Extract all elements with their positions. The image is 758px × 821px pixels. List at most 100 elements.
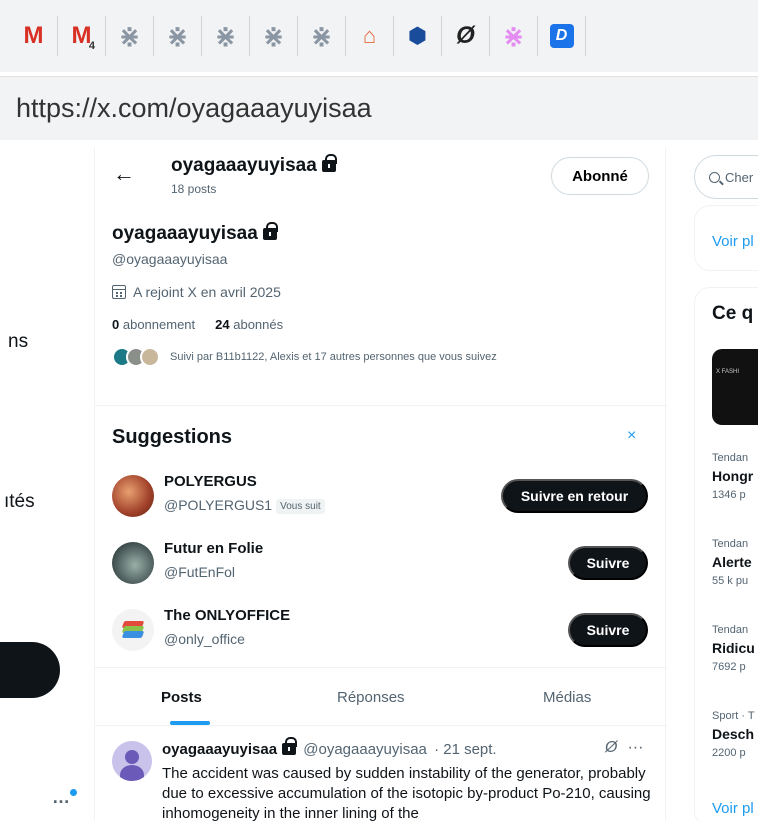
shield-icon[interactable]: ⬢ [394,16,442,56]
profile-name: oyagaaayuyisaa [112,222,278,245]
suggestion-item[interactable]: POLYERGUS @POLYERGUS1 Vous suit Suivre en… [112,473,652,523]
asterisk-icon[interactable]: ⋇ [298,16,346,56]
post-button[interactable] [0,642,60,698]
join-date-text: A rejoint X en avril 2025 [133,284,281,300]
asterisk-glyph: ⋇ [214,20,237,51]
follow-stats: 0 abonnement 24 abonnés [112,317,283,332]
suggestion-handle: @FutEnFol [164,564,236,580]
avatar[interactable] [112,741,152,781]
nav-item-fragment[interactable]: ıtés [4,491,35,513]
null-glyph: Ø [456,22,475,49]
onlyoffice-logo-icon [121,621,145,639]
gmail-4-icon[interactable]: M4 [58,16,106,56]
tweet[interactable]: oyagaaayuyisaa @oyagaaayuyisaa · 21 sept… [95,727,667,821]
trend-image[interactable]: X FASHI [712,349,758,425]
search-placeholder: Cher [725,169,754,185]
gmail-icon[interactable]: M [10,16,58,56]
join-date: A rejoint X en avril 2025 [112,284,281,300]
trend-label: Tendan [712,624,749,636]
divider [95,405,667,406]
profile-tabs: Posts Réponses Médias [95,669,667,725]
null-icon[interactable]: Ø [605,739,617,756]
followed-by-text: Suivi par B11b1122, Alexis et 17 autres … [170,351,497,363]
suggestion-name[interactable]: POLYERGUS [164,473,257,490]
trend-item[interactable]: Sport · T Desch 2200 p [712,710,755,759]
follow-back-button[interactable]: Suivre en retour [501,479,648,513]
tab-replies[interactable]: Réponses [337,689,405,706]
profile-header-bar: ← oyagaaayuyisaa 18 posts Abonné [95,147,667,203]
following-label: abonnement [122,317,196,332]
avatar [140,347,160,367]
asterisk-pink-icon[interactable]: ⋇ [490,16,538,56]
avatar[interactable] [112,609,154,651]
address-bar[interactable]: https://x.com/oyagaaayuyisaa [0,76,758,140]
asterisk-icon[interactable]: ⋇ [154,16,202,56]
trend-title: Alerte [712,554,752,570]
trend-title: Desch [712,726,755,742]
bookmarks-bar: M M4 ⋇ ⋇ ⋇ ⋇ ⋇ ⌂ ⬢ Ø ⋇ D [0,0,758,72]
tweet-date[interactable]: · 21 sept. [434,741,497,758]
tweet-header: oyagaaayuyisaa @oyagaaayuyisaa · 21 sept… [162,737,497,758]
search-input[interactable]: Cher [694,155,758,199]
trend-image-caption: X FASHI [716,369,740,375]
main-column: ← oyagaaayuyisaa 18 posts Abonné oyagaaa… [94,147,667,821]
trend-item[interactable]: Tendan Alerte 55 k pu [712,538,752,587]
following-button[interactable]: Abonné [551,157,649,195]
suggestion-item[interactable]: The ONLYOFFICE @only_office Suivre [112,607,652,657]
shield-glyph: ⬢ [407,23,428,48]
suggestion-name[interactable]: Futur en Folie [164,540,263,557]
tweet-author-name[interactable]: oyagaaayuyisaa [162,741,277,758]
followed-by[interactable]: Suivi par B11b1122, Alexis et 17 autres … [112,347,497,367]
house-glyph: ⌂ [362,23,377,48]
divider [95,725,667,726]
follows-you-badge: Vous suit [276,499,325,514]
followers-link[interactable]: 24 abonnés [215,317,283,332]
suggestion-name[interactable]: The ONLYOFFICE [164,607,290,624]
trend-count: 1346 p [712,489,746,501]
header-name: oyagaaayuyisaa [171,154,337,177]
asterisk-icon[interactable]: ⋇ [202,16,250,56]
more-options-icon[interactable]: ··· [627,739,643,756]
url-text[interactable]: https://x.com/oyagaaayuyisaa [16,93,372,124]
lock-icon [262,222,278,240]
trend-label: Sport · T [712,710,755,722]
d-icon[interactable]: D [538,16,586,56]
d-glyph: D [549,24,574,48]
follow-button[interactable]: Suivre [568,613,648,647]
suggestion-item[interactable]: Futur en Folie @FutEnFol Suivre [112,540,652,590]
back-arrow-icon[interactable]: ← [113,161,135,187]
following-link[interactable]: 0 abonnement [112,317,195,332]
asterisk-icon[interactable]: ⋇ [106,16,154,56]
null-icon[interactable]: Ø [442,16,490,56]
asterisk-glyph: ⋇ [262,20,285,51]
close-icon[interactable]: × [627,427,636,445]
asterisk-icon[interactable]: ⋇ [250,16,298,56]
nav-item-fragment[interactable]: ns [8,331,28,353]
tab-posts[interactable]: Posts [161,689,202,706]
more-icon[interactable]: … [52,787,77,808]
avatar[interactable] [112,475,154,517]
right-sidebar: Cher Voir pl Ce q X FASHI Tendan Hongr 1… [694,147,758,821]
trend-item[interactable]: Tendan Ridicu 7692 p [712,624,755,673]
trend-count: 7692 p [712,661,746,673]
lock-icon [321,154,337,172]
trend-item[interactable]: Tendan Hongr 1346 p [712,452,753,501]
see-more-link[interactable]: Voir pl [712,233,754,250]
suggestions-title: Suggestions [112,426,233,448]
avatar[interactable] [112,542,154,584]
tweet-author-handle[interactable]: @oyagaaayuyisaa [303,741,427,758]
house-icon[interactable]: ⌂ [346,16,394,56]
profile-name-text: oyagaaayuyisaa [112,223,258,244]
trend-count: 2200 p [712,747,746,759]
gmail-badge: 4 [88,40,95,52]
see-more-link[interactable]: Voir pl [712,800,754,817]
following-count: 0 [112,317,120,332]
tab-media[interactable]: Médias [543,689,591,706]
suggestion-handle: @only_office [164,631,245,647]
divider [95,667,667,668]
trend-label: Tendan [712,538,749,550]
follow-button[interactable]: Suivre [568,546,648,580]
trend-title: Hongr [712,468,754,484]
followers-count: 24 [215,317,230,332]
lock-icon [282,737,298,755]
